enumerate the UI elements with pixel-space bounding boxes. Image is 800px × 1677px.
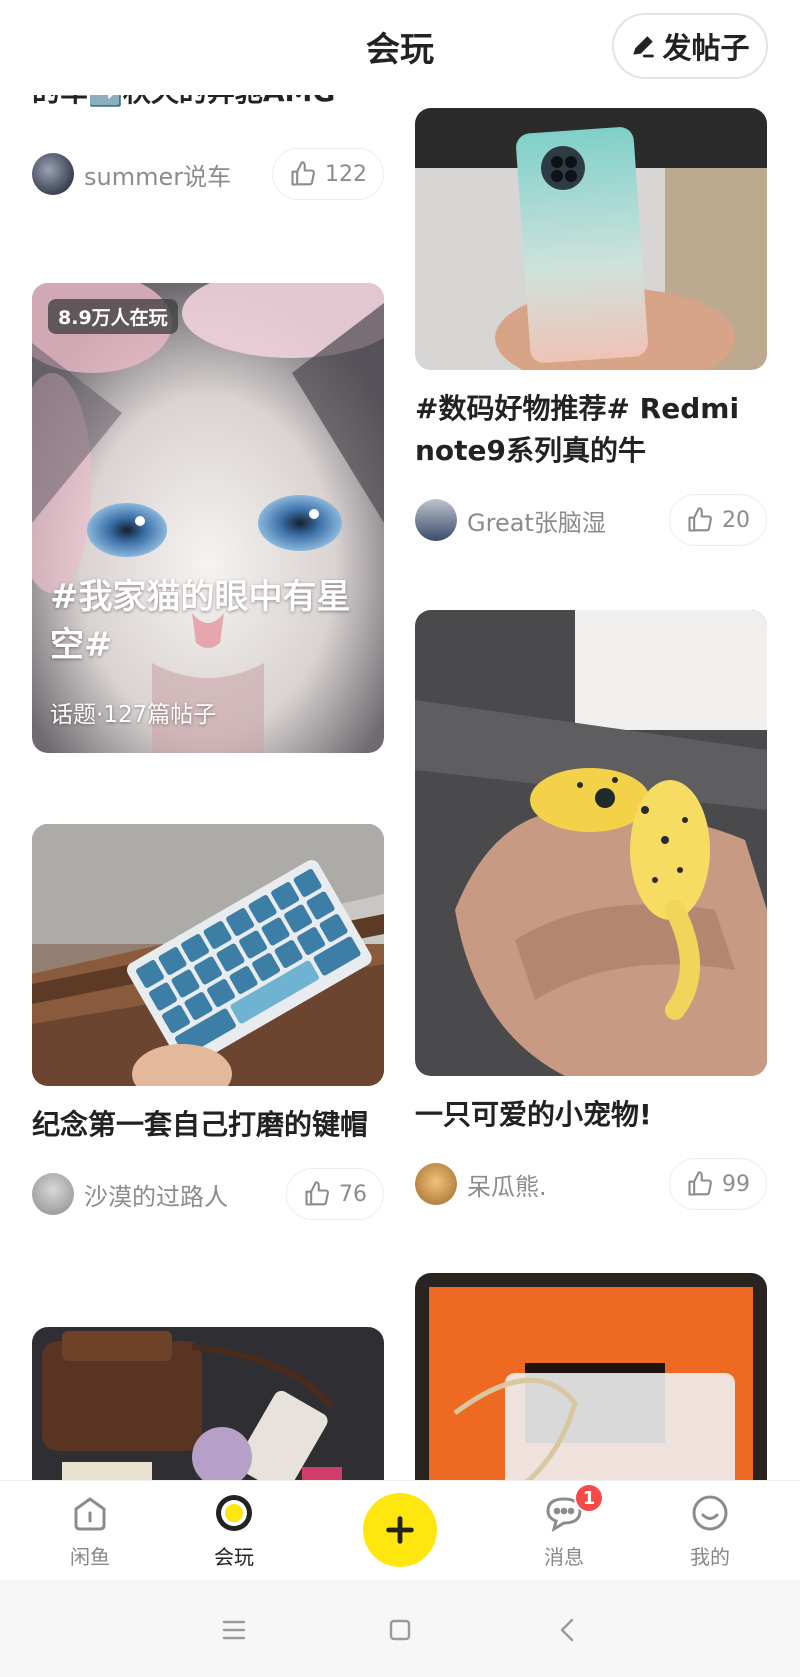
post-image [32,824,384,1086]
topic-image: 8.9万人在玩 #我家猫的眼中有星空# 话题·127篇帖子 [32,283,384,753]
smiley-icon [692,1495,728,1531]
like-count: 122 [325,161,367,187]
thumbs-up-icon [305,1181,329,1206]
like-button[interactable]: 20 [669,494,767,546]
post-image [415,1273,767,1480]
topic-subtitle: 话题·127篇帖子 [50,702,217,728]
like-count: 76 [339,1181,367,1207]
home-square-icon[interactable] [380,1610,420,1650]
system-nav-bar [0,1580,800,1677]
create-post-button[interactable]: 发帖子 [612,13,768,79]
tab-label: 消息 [544,1545,584,1569]
tab-xianyu[interactable]: 闲鱼 [30,1491,150,1570]
unread-badge: 1 [574,1483,604,1513]
topic-card-cat[interactable]: 8.9万人在玩 #我家猫的眼中有星空# 话题·127篇帖子 [32,283,384,753]
phone-photo [415,108,767,370]
tab-messages[interactable]: 消息 1 [504,1483,624,1570]
post-meta: summer说车 122 [32,146,384,202]
post-image [415,108,767,370]
post-card-bag[interactable] [32,1327,384,1480]
circle-target-icon [216,1495,252,1531]
post-card-keyboard[interactable]: 纪念第一套自己打磨的键帽 沙漠的过路人 76 [32,824,384,1222]
pencil-icon [633,36,655,58]
post-image [32,1327,384,1480]
post-meta: 沙漠的过路人 76 [32,1166,384,1222]
post-card-gecko[interactable]: 一只可爱的小宠物! 呆瓜熊. 99 [415,610,767,1212]
bottom-tab-bar: 闲鱼 会玩 消息 1 我的 [0,1480,800,1580]
bag-photo [32,1327,384,1480]
tab-label: 闲鱼 [70,1545,110,1569]
post-feed[interactable]: 的车➡️秋天的奔驰AMG summer说车 122 [0,0,800,1480]
post-card-box[interactable] [415,1273,767,1480]
gecko-photo [415,610,767,1076]
author-name[interactable]: 沙漠的过路人 [84,1177,228,1212]
post-title: 纪念第一套自己打磨的键帽 [32,1108,369,1141]
tab-me[interactable]: 我的 [650,1491,770,1570]
post-meta: 呆瓜熊. 99 [415,1156,767,1212]
thumbs-up-icon [688,1171,712,1196]
author-name[interactable]: Great张脑湿 [467,503,606,538]
post-card-phone[interactable]: #数码好物推荐# Redmi note9系列真的牛 Great张脑湿 20 [415,108,767,548]
avatar[interactable] [32,1173,74,1215]
like-button[interactable]: 99 [669,1158,767,1210]
top-header: 会玩 发帖子 [0,0,800,95]
thumbs-up-icon [688,507,712,532]
keyboard-photo [32,824,384,1086]
tab-huiwan[interactable]: 会玩 [174,1491,294,1570]
avatar[interactable] [415,1163,457,1205]
back-chevron-icon[interactable] [548,1610,588,1650]
publish-plus-button[interactable] [363,1493,437,1567]
author-name[interactable]: summer说车 [84,157,231,192]
cat-photo [32,283,384,753]
like-count: 99 [722,1171,750,1197]
create-post-label: 发帖子 [662,31,750,65]
home-icon [74,1497,106,1531]
thumbs-up-icon [291,161,315,186]
post-meta: Great张脑湿 20 [415,492,767,548]
tab-label: 会玩 [214,1545,254,1569]
post-title: 一只可爱的小宠物! [415,1098,652,1131]
author-name[interactable]: 呆瓜熊. [467,1167,547,1202]
avatar[interactable] [32,153,74,195]
menu-icon[interactable] [214,1610,254,1650]
plus-icon [386,1516,414,1544]
post-image [415,610,767,1076]
post-title: #数码好物推荐# Redmi note9系列真的牛 [415,392,740,467]
gift-box-photo [415,1273,767,1480]
tab-label: 我的 [690,1545,730,1569]
like-button[interactable]: 122 [272,148,384,200]
topic-title: #我家猫的眼中有星空# [50,577,351,665]
topic-participants-badge: 8.9万人在玩 [48,299,178,334]
avatar[interactable] [415,499,457,541]
like-count: 20 [722,507,750,533]
like-button[interactable]: 76 [286,1168,384,1220]
